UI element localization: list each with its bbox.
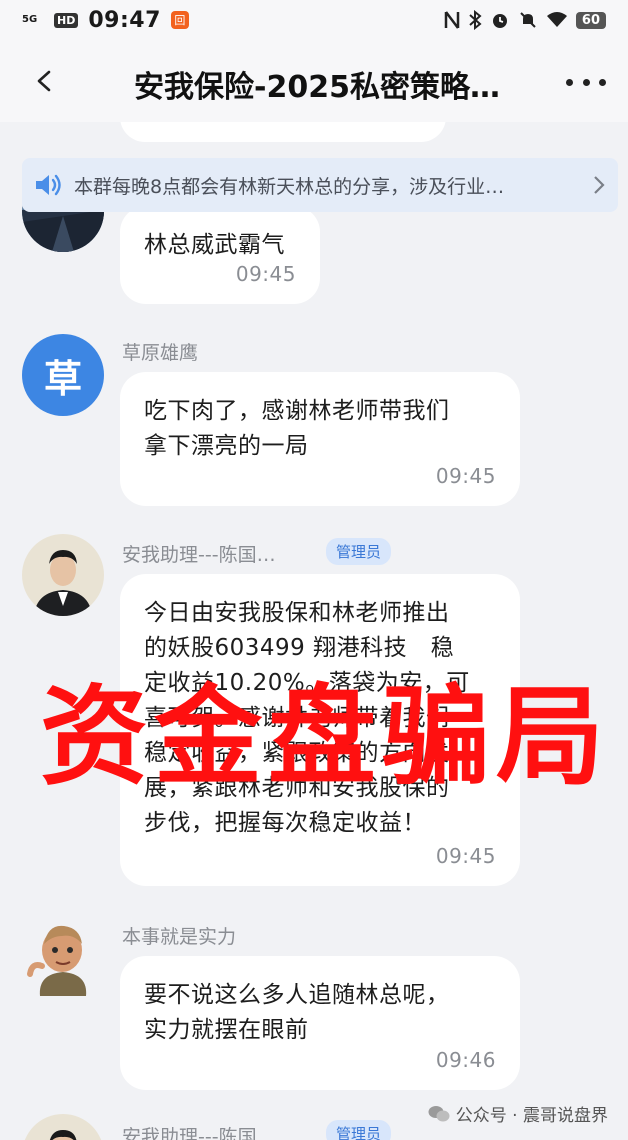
- avatar-initial: 草: [43, 356, 82, 401]
- group-notice-bar[interactable]: 本群每晚8点都会有林新天林总的分享，涉及行业…: [22, 158, 618, 212]
- avatar[interactable]: [22, 914, 104, 996]
- avatar[interactable]: 草: [22, 334, 104, 416]
- more-dot-icon: [599, 78, 606, 86]
- chat-header: 安我保险-2025私密策略…: [0, 40, 628, 122]
- mute-icon: [520, 12, 536, 28]
- message-time: 09:45: [435, 844, 496, 868]
- message-time: 09:45: [435, 464, 496, 488]
- more-options-button[interactable]: [566, 68, 606, 96]
- message-list[interactable]: 林总威武霸气 09:45 本群每晚8点都会有林新天林总的分享，涉及行业… 草 草…: [0, 122, 628, 1140]
- overlay-warning-text: 资金盘骗局: [40, 675, 611, 800]
- avatar[interactable]: [22, 1114, 104, 1140]
- more-dot-icon: [582, 78, 590, 86]
- status-bar: 5G HD 09:47 回 60: [0, 0, 628, 40]
- nfc-icon: [444, 11, 460, 29]
- message-text: 要不说这么多人追随林总呢， 实力就摆在眼前: [144, 982, 450, 1043]
- back-arrow-icon: [37, 70, 51, 92]
- wechat-icon: [428, 1105, 450, 1121]
- sender-name: 安我助理---陈国…: [122, 544, 276, 566]
- message-bubble[interactable]: 林总威武霸气 09:45: [120, 206, 320, 304]
- message-bubble[interactable]: 要不说这么多人追随林总呢， 实力就摆在眼前 09:46: [120, 956, 520, 1090]
- sender-name: 本事就是实力: [122, 926, 237, 948]
- sender-name: 安我助理---陈国…: [122, 1126, 276, 1140]
- clock: 09:47: [88, 7, 161, 33]
- avatar[interactable]: [22, 534, 104, 616]
- alarm-icon: [492, 14, 507, 28]
- watermark: 公众号 · 震哥说盘界: [428, 1101, 608, 1126]
- message-bubble[interactable]: 吃下肉了，感谢林老师带我们 拿下漂亮的一局 09:45: [120, 372, 520, 506]
- message-bubble-partial: [120, 122, 446, 142]
- battery-indicator: 60: [575, 11, 606, 29]
- signal-icon: 5G: [22, 14, 38, 25]
- group-title: 安我保险-2025私密策略…: [134, 70, 500, 105]
- bluetooth-icon: [469, 10, 482, 30]
- notice-text: 本群每晚8点都会有林新天林总的分享，涉及行业…: [74, 175, 505, 198]
- wifi-icon: [546, 12, 567, 27]
- sender-name: 草原雄鹰: [122, 342, 199, 364]
- more-dot-icon: [566, 78, 573, 86]
- app-notification-icon: 回: [170, 11, 189, 29]
- message-text: 吃下肉了，感谢林老师带我们 拿下漂亮的一局: [144, 398, 450, 459]
- speaker-icon: [36, 174, 61, 196]
- admin-badge: 管理员: [326, 538, 392, 565]
- chevron-right-icon: [594, 176, 605, 194]
- watermark-text: 公众号 · 震哥说盘界: [455, 1106, 608, 1126]
- hd-badge: HD: [54, 12, 79, 28]
- message-time: 09:45: [235, 262, 296, 286]
- admin-badge: 管理员: [326, 1120, 392, 1140]
- message-time: 09:46: [435, 1048, 496, 1072]
- back-button[interactable]: [0, 40, 90, 122]
